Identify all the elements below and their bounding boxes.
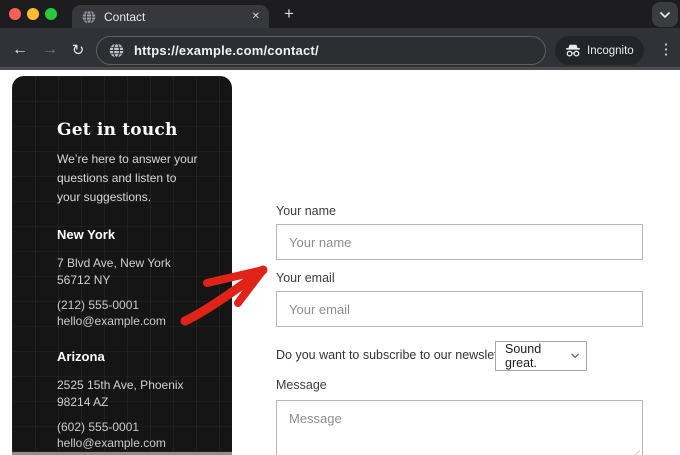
site-globe-icon: [109, 43, 124, 58]
location-address-line1: 7 Blvd Ave, New York: [57, 256, 171, 270]
intro-text: We’re here to answer your questions and …: [57, 152, 198, 204]
location-arizona: Arizona 2525 15th Ave, Phoenix 98214 AZ …: [57, 349, 206, 451]
select-chevron-down-icon: [571, 353, 579, 358]
page-content: Get in touch We’re here to answer your q…: [0, 73, 680, 455]
back-button[interactable]: ←: [8, 38, 32, 62]
new-tab-button[interactable]: +: [277, 2, 301, 26]
newsletter-select[interactable]: Sound great.: [495, 341, 587, 371]
incognito-badge: Incognito: [555, 36, 644, 65]
message-field-label: Message: [276, 378, 327, 392]
macos-close-button[interactable]: [9, 8, 21, 20]
location-phone: (602) 555-0001: [57, 420, 140, 434]
name-input[interactable]: [276, 224, 643, 260]
browser-tab-contact[interactable]: Contact ✕: [72, 5, 269, 28]
location-city: New York: [57, 227, 116, 242]
tab-search-button[interactable]: [652, 2, 678, 27]
page-title: Get in touch: [57, 120, 178, 140]
newsletter-selected-value: Sound great.: [505, 342, 542, 370]
browser-window: Contact ✕ + ← → ↻ https://example.com/co…: [0, 0, 680, 455]
tab-favicon-globe-icon: [82, 9, 96, 24]
email-input[interactable]: [276, 291, 643, 327]
forward-button[interactable]: →: [38, 38, 62, 62]
tab-close-icon[interactable]: ✕: [252, 11, 260, 22]
location-address-line1: 2525 15th Ave, Phoenix: [57, 378, 184, 392]
macos-fullscreen-button[interactable]: [45, 8, 57, 20]
message-textarea[interactable]: [276, 400, 643, 455]
chevron-down-icon: [660, 11, 670, 18]
location-phone: (212) 555-0001: [57, 298, 140, 312]
incognito-label: Incognito: [587, 44, 634, 57]
location-email: hello@example.com: [57, 314, 166, 328]
location-address-line2: 56712 NY: [57, 273, 111, 287]
location-address-line2: 98214 AZ: [57, 395, 109, 409]
red-arrow-annotation: [180, 265, 268, 326]
newsletter-question-label: Do you want to subscribe to our newslett…: [276, 348, 520, 362]
location-city: Arizona: [57, 349, 105, 364]
url-bar[interactable]: https://example.com/contact/: [96, 36, 546, 65]
email-field-label: Your email: [276, 271, 335, 285]
location-email: hello@example.com: [57, 436, 166, 450]
tab-strip: Contact ✕ +: [0, 0, 680, 28]
reload-button[interactable]: ↻: [66, 38, 90, 62]
url-text[interactable]: https://example.com/contact/: [134, 43, 319, 58]
browser-menu-icon[interactable]: ⋮: [658, 38, 674, 62]
name-field-label: Your name: [276, 204, 336, 218]
tab-title: Contact: [104, 9, 146, 24]
incognito-icon: [565, 44, 581, 57]
macos-minimize-button[interactable]: [27, 8, 39, 20]
